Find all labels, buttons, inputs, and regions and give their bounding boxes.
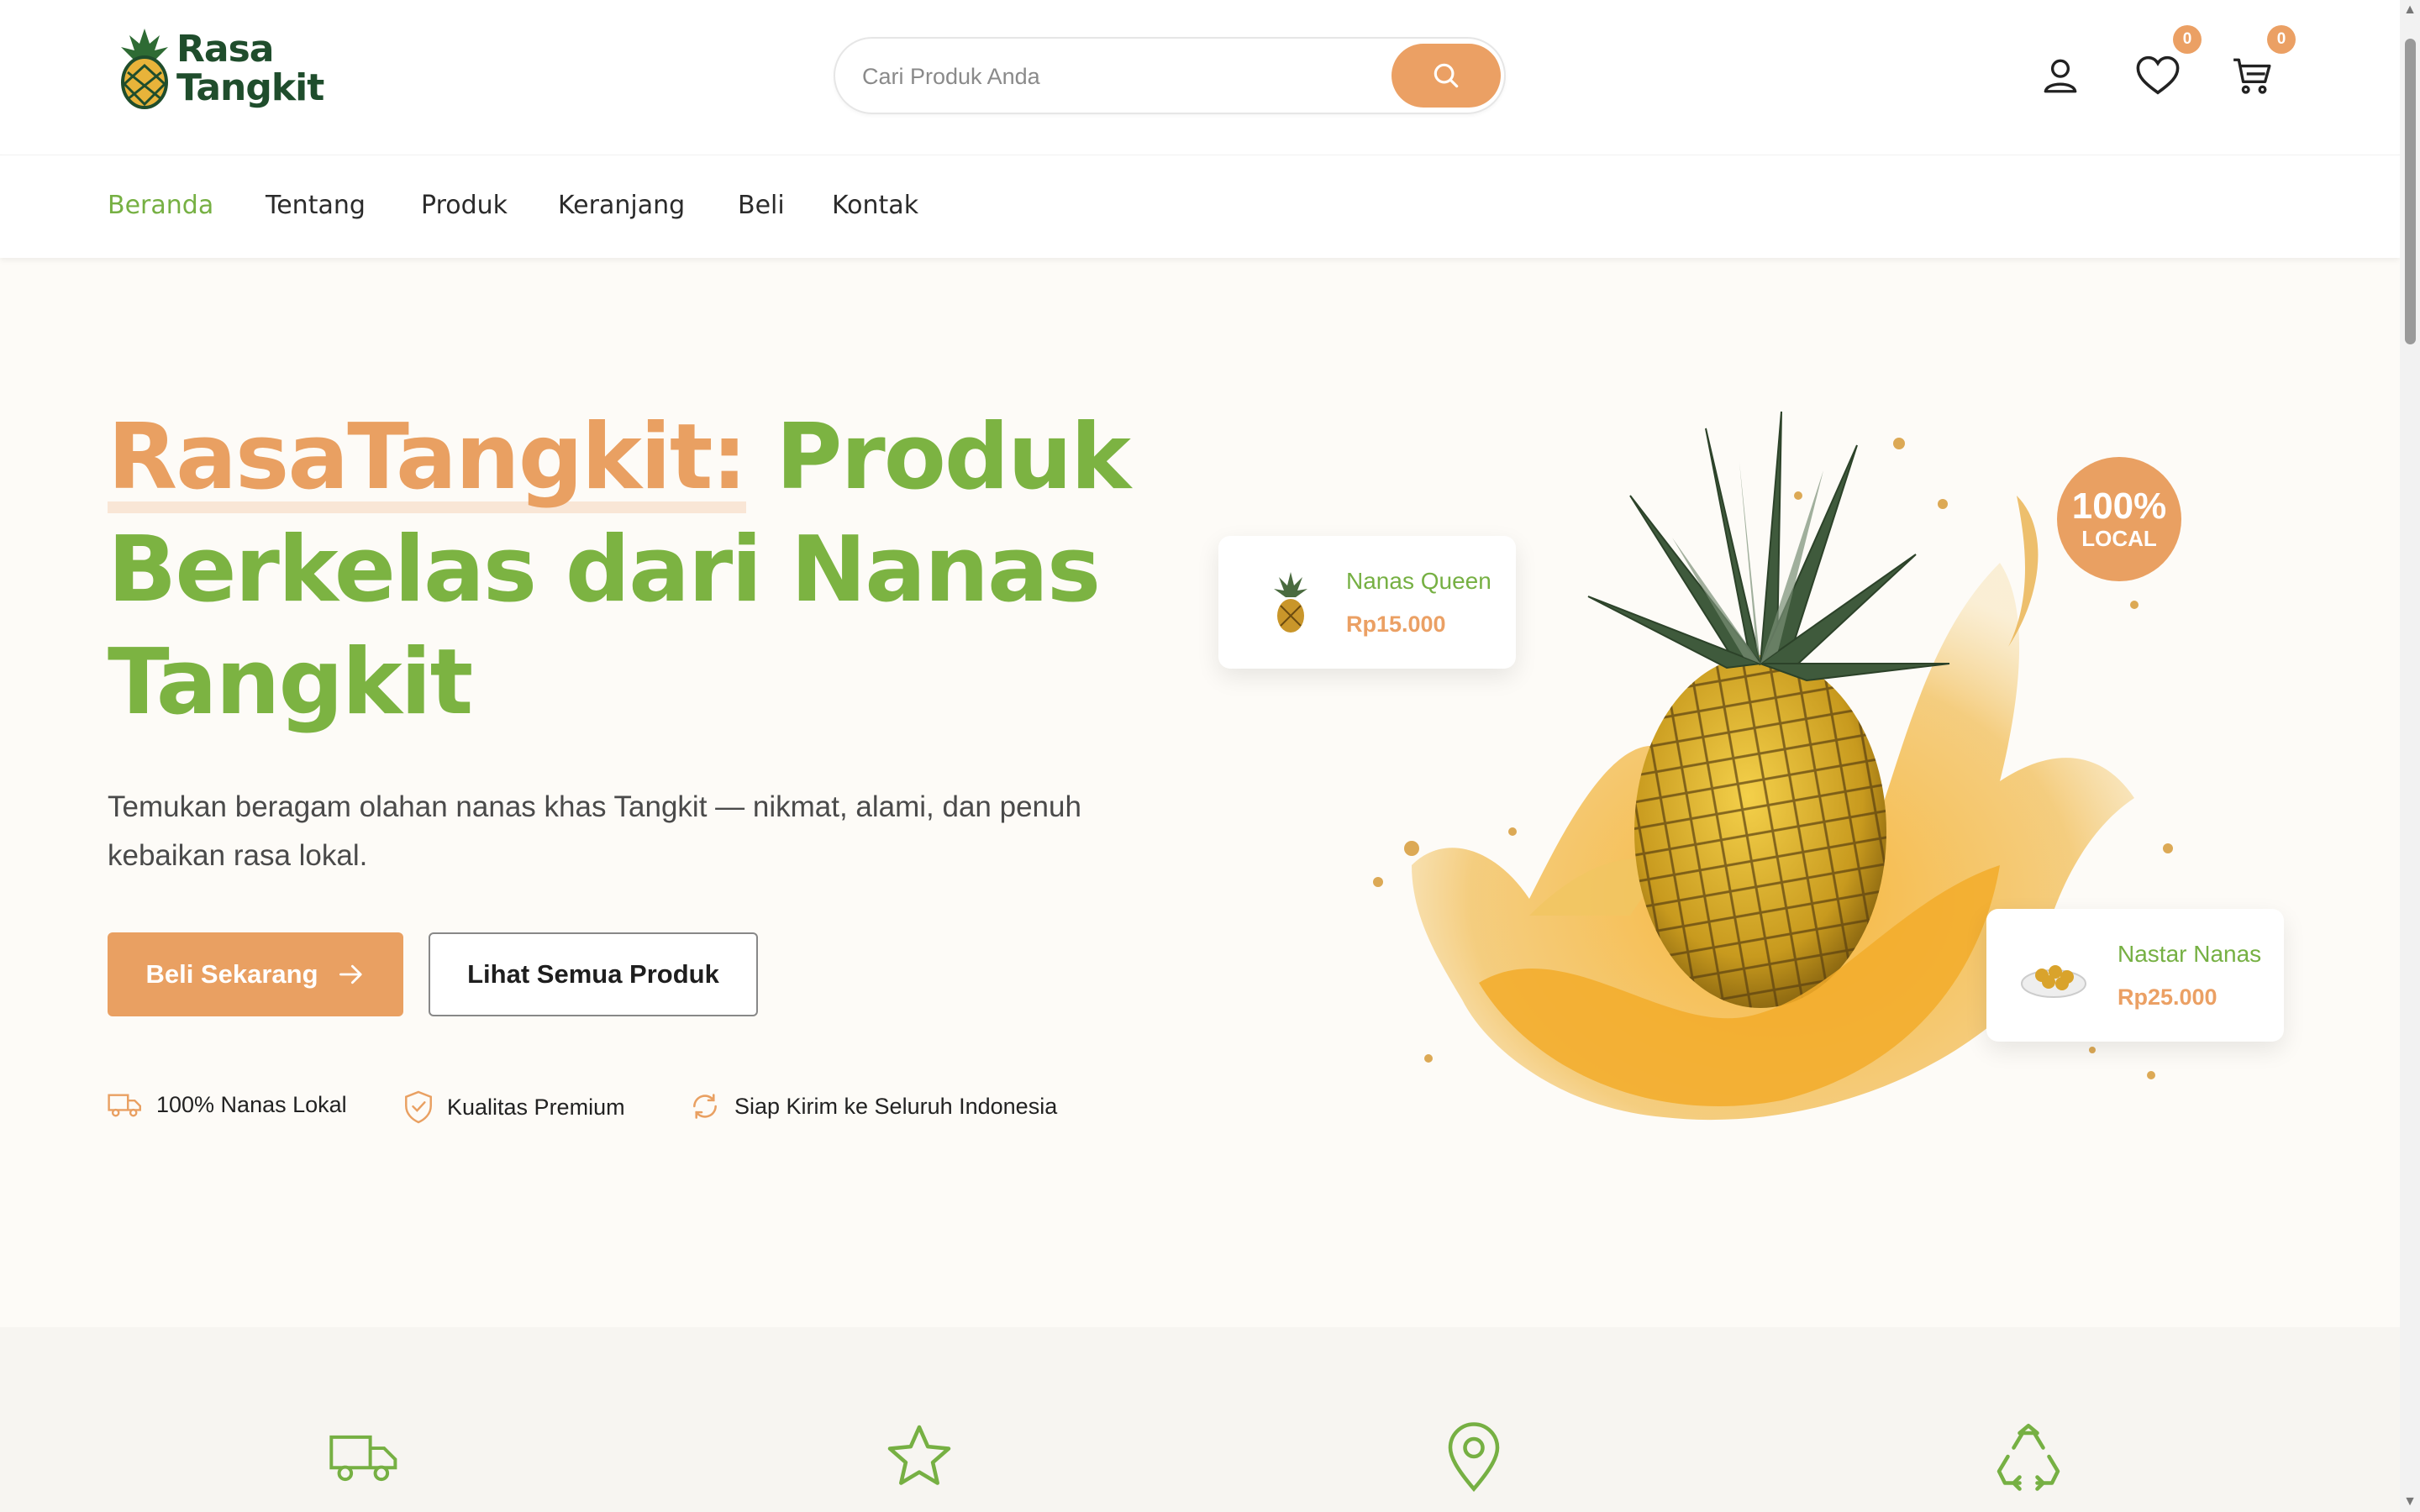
logo[interactable]: Rasa Tangkit bbox=[119, 29, 324, 109]
product-price: Rp15.000 bbox=[1346, 611, 1446, 637]
cart-icon bbox=[2233, 58, 2271, 94]
nav-item-kontak[interactable]: Kontak bbox=[832, 191, 918, 220]
truck-icon bbox=[108, 1094, 141, 1117]
nav-item-beranda[interactable]: Beranda bbox=[108, 191, 213, 220]
feature-shipping-label: Siap Kirim ke Seluruh Indonesia bbox=[734, 1093, 1058, 1119]
product-card-nastar-nanas[interactable]: Nastar Nanas Rp25.000 bbox=[1986, 909, 2284, 1042]
search-bar bbox=[834, 37, 1506, 114]
feature-shipping: Siap Kirim ke Seluruh Indonesia bbox=[689, 1090, 1057, 1122]
product-name: Nastar Nanas bbox=[2118, 940, 2262, 967]
header: Rasa Tangkit 0 0 bbox=[0, 0, 2400, 155]
wishlist-count-badge: 0 bbox=[2173, 25, 2202, 54]
local-badge-label: LOCAL bbox=[2081, 526, 2157, 551]
buy-now-button[interactable]: Beli Sekarang bbox=[108, 932, 403, 1016]
star-icon bbox=[887, 1425, 951, 1485]
recycle-icon bbox=[1996, 1423, 2060, 1491]
account-button[interactable] bbox=[2033, 49, 2087, 102]
benefit-location bbox=[1437, 1420, 1511, 1494]
product-price: Rp25.000 bbox=[2118, 984, 2217, 1010]
feature-local-label: 100% Nanas Lokal bbox=[156, 1091, 347, 1117]
main-nav: Beranda Tentang Produk Keranjang Beli Ko… bbox=[0, 155, 2400, 258]
heart-icon bbox=[2136, 55, 2180, 95]
local-badge: 100% LOCAL bbox=[2057, 457, 2181, 581]
local-badge-percent: 100% bbox=[2071, 486, 2167, 527]
feature-local: 100% Nanas Lokal bbox=[108, 1090, 347, 1119]
scroll-up-arrow-icon[interactable]: ▲ bbox=[2403, 3, 2417, 17]
hero-title-brand: RasaTangkit: bbox=[108, 405, 748, 510]
nav-item-tentang[interactable]: Tentang bbox=[266, 191, 366, 220]
hero-subtitle: Temukan beragam olahan nanas khas Tangki… bbox=[108, 790, 1081, 872]
product-name: Nanas Queen bbox=[1346, 567, 1491, 594]
map-pin-icon bbox=[1448, 1422, 1500, 1492]
search-button[interactable] bbox=[1392, 44, 1501, 108]
search-input[interactable] bbox=[860, 39, 1368, 114]
truck-icon bbox=[329, 1435, 397, 1482]
wishlist-button[interactable]: 0 bbox=[2131, 25, 2202, 102]
shield-icon bbox=[405, 1090, 432, 1124]
pineapple-logo-icon bbox=[121, 29, 168, 109]
benefit-star bbox=[882, 1420, 956, 1494]
search-icon bbox=[1434, 63, 1459, 88]
benefit-truck bbox=[328, 1420, 402, 1494]
page-scrollbar[interactable]: ▲ ▼ bbox=[2400, 0, 2420, 1512]
buy-now-label: Beli Sekarang bbox=[145, 959, 318, 989]
pineapple-thumbnail-icon bbox=[1274, 572, 1307, 633]
feature-premium-label: Kualitas Premium bbox=[447, 1094, 625, 1120]
view-all-products-button[interactable]: Lihat Semua Produk bbox=[429, 932, 758, 1016]
product-card-nanas-queen[interactable]: Nanas Queen Rp15.000 bbox=[1218, 536, 1516, 669]
user-icon bbox=[2044, 59, 2077, 93]
scrollbar-thumb[interactable] bbox=[2405, 39, 2416, 344]
cart-button[interactable]: 0 bbox=[2225, 25, 2296, 102]
logo-line1: Rasa bbox=[176, 28, 274, 71]
cart-count-badge: 0 bbox=[2267, 25, 2296, 54]
logo-line2: Tangkit bbox=[176, 66, 324, 109]
nav-item-beli[interactable]: Beli bbox=[738, 191, 785, 220]
feature-premium: Kualitas Premium bbox=[403, 1090, 625, 1124]
scroll-down-arrow-icon[interactable]: ▼ bbox=[2403, 1495, 2417, 1509]
refresh-icon bbox=[693, 1094, 717, 1119]
nav-item-produk[interactable]: Produk bbox=[421, 191, 508, 220]
hero-title: RasaTangkit: Produk Berkelas dari Nanas … bbox=[108, 402, 1150, 739]
nav-item-keranjang[interactable]: Keranjang bbox=[558, 191, 685, 220]
nastar-cookies-thumbnail-icon bbox=[2021, 965, 2086, 998]
benefit-recycle bbox=[1991, 1420, 2065, 1494]
arrow-right-icon bbox=[339, 964, 362, 984]
